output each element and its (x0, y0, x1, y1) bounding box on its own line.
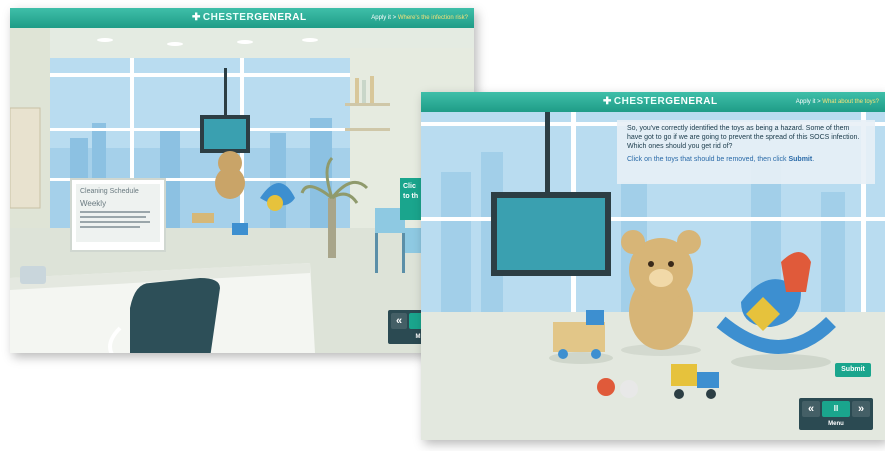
front-header-bar: ✚ CHESTERGENERAL Apply it > What about th… (421, 92, 885, 112)
monitor: Cleaning Schedule Weekly (70, 178, 166, 252)
breadcrumb: Apply it > What about the toys? (795, 99, 879, 105)
prev-button[interactable]: « (802, 401, 820, 417)
menu-button[interactable]: Menu (802, 419, 870, 429)
chester-general-logo: ✚ CHESTERGENERAL (603, 96, 718, 107)
chester-general-logo: ✚ CHESTERGENERAL (192, 12, 307, 23)
prev-button[interactable]: « (391, 313, 407, 329)
submit-button[interactable]: Submit (835, 363, 871, 377)
breadcrumb-link[interactable]: What about the toys? (822, 99, 879, 105)
monitor-screen: Cleaning Schedule Weekly (76, 184, 160, 242)
dialog-text: So, you've correctly identified the toys… (627, 125, 860, 150)
back-header-bar: ✚ CHESTERGENERAL Apply it > Where's the i… (10, 8, 474, 28)
next-button[interactable]: » (852, 401, 870, 417)
breadcrumb: Apply it > Where's the infection risk? (371, 15, 468, 21)
front-controls: « II » Menu (799, 398, 873, 430)
dialog-instruction: Click on the toys that should be removed… (627, 156, 815, 163)
monitor-subtitle: Weekly (80, 199, 107, 208)
monitor-title: Cleaning Schedule (80, 188, 139, 195)
instruction-dialog: So, you've correctly identified the toys… (617, 120, 875, 184)
pause-button[interactable]: II (822, 401, 850, 417)
back-window: ✚ CHESTERGENERAL Apply it > Where's the i… (10, 8, 474, 353)
front-window: ✚ CHESTERGENERAL Apply it > What about th… (421, 92, 885, 440)
breadcrumb-link[interactable]: Where's the infection risk? (398, 15, 468, 21)
